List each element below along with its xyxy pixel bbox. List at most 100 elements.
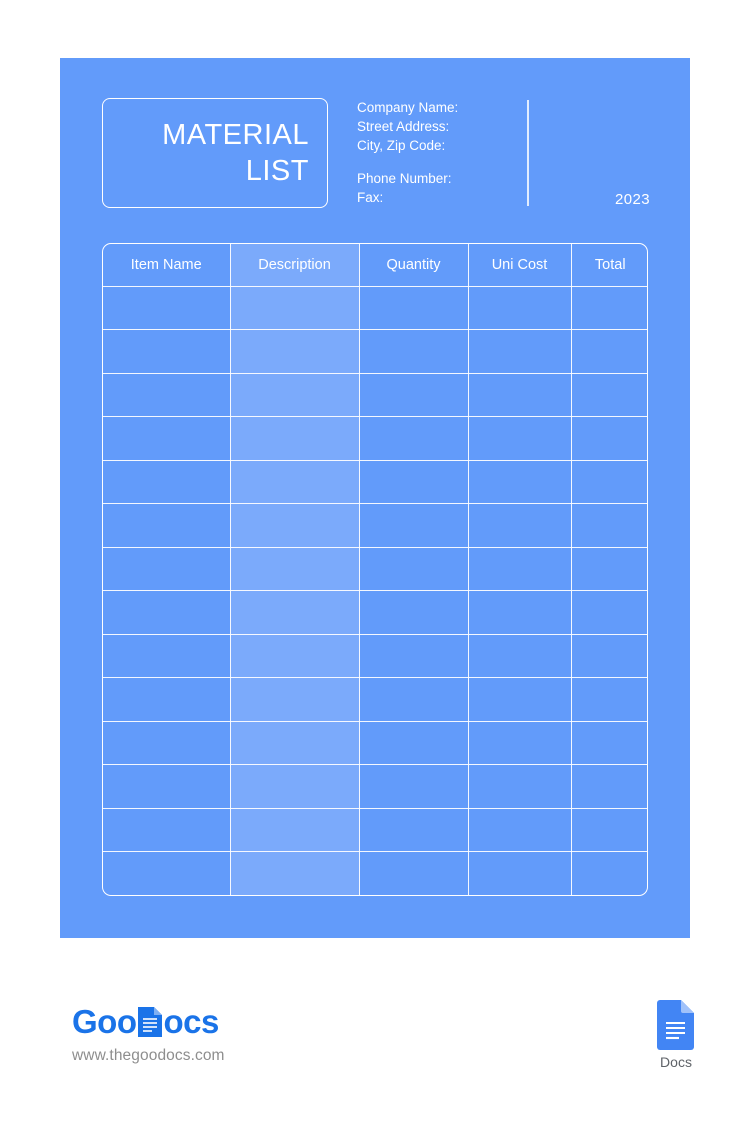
table-cell[interactable] xyxy=(230,590,360,635)
table-cell[interactable] xyxy=(571,547,647,591)
column-header-quantity: Quantity xyxy=(359,244,469,287)
table-cell[interactable] xyxy=(571,416,647,461)
column-header-description: Description xyxy=(230,244,360,287)
document-panel: MATERIAL LIST Company Name: Street Addre… xyxy=(60,58,690,938)
table-cell[interactable] xyxy=(468,590,572,635)
fax-label: Fax: xyxy=(357,190,384,205)
table-cell[interactable] xyxy=(103,460,231,504)
year-label: 2023 xyxy=(615,191,650,208)
column-header-uni-cost: Uni Cost xyxy=(468,244,572,287)
table-cell[interactable] xyxy=(468,721,572,765)
table-cell[interactable] xyxy=(230,721,360,765)
table-cell[interactable] xyxy=(468,503,572,548)
table-cell[interactable] xyxy=(571,852,647,896)
table-cell[interactable] xyxy=(359,721,469,765)
table-cell[interactable] xyxy=(103,416,231,461)
table-cell[interactable] xyxy=(103,721,231,765)
table-cell[interactable] xyxy=(103,329,231,374)
city-zip-label: City, Zip Code: xyxy=(357,138,446,153)
table-cell[interactable] xyxy=(468,851,572,895)
title-box: MATERIAL LIST xyxy=(102,98,328,208)
table-cell[interactable] xyxy=(103,373,231,417)
header-vertical-divider xyxy=(527,100,529,206)
table-cell[interactable] xyxy=(571,503,647,548)
table-cell[interactable] xyxy=(230,547,360,591)
table-cell[interactable] xyxy=(468,460,572,504)
table-cell[interactable] xyxy=(230,329,360,374)
table-cell[interactable] xyxy=(359,503,469,548)
table-cell[interactable] xyxy=(103,764,231,809)
table-cell[interactable] xyxy=(468,808,572,852)
table-cell[interactable] xyxy=(468,634,572,678)
table-cell[interactable] xyxy=(103,677,231,722)
material-table: Item Name Description Quantity Uni Cost … xyxy=(103,244,647,896)
table-cell[interactable] xyxy=(103,590,231,635)
table-cell[interactable] xyxy=(571,590,647,635)
table-row xyxy=(103,286,647,330)
brand-text-ocs: ocs xyxy=(163,1003,219,1040)
company-name-label: Company Name: xyxy=(357,100,459,115)
table-cell[interactable] xyxy=(359,329,469,374)
table-cell[interactable] xyxy=(359,677,469,722)
table-cell[interactable] xyxy=(103,634,231,678)
table-cell[interactable] xyxy=(571,634,647,678)
table-cell[interactable] xyxy=(468,329,572,374)
table-cell[interactable] xyxy=(103,547,231,591)
table-row xyxy=(103,416,647,461)
document-d-icon xyxy=(137,1006,163,1038)
table-cell[interactable] xyxy=(230,851,360,895)
table-cell[interactable] xyxy=(230,503,360,548)
table-cell[interactable] xyxy=(468,547,572,591)
table-cell[interactable] xyxy=(571,286,647,330)
table-cell[interactable] xyxy=(359,416,469,461)
table-cell[interactable] xyxy=(468,764,572,809)
table-cell[interactable] xyxy=(359,764,469,809)
google-docs-label: Docs xyxy=(660,1054,692,1070)
page-root: MATERIAL LIST Company Name: Street Addre… xyxy=(0,0,750,1144)
table-row xyxy=(103,590,647,635)
street-address-label: Street Address: xyxy=(357,119,450,134)
table-cell[interactable] xyxy=(359,634,469,678)
table-cell[interactable] xyxy=(230,460,360,504)
table-cell[interactable] xyxy=(103,503,231,548)
table-row xyxy=(103,808,647,852)
table-cell[interactable] xyxy=(571,677,647,722)
table-cell[interactable] xyxy=(468,677,572,722)
table-cell[interactable] xyxy=(359,808,469,852)
page-footer: Goo ocs www.thegoodocs.com Docs xyxy=(0,985,750,1095)
table-cell[interactable] xyxy=(359,460,469,504)
table-cell[interactable] xyxy=(571,373,647,417)
table-cell[interactable] xyxy=(230,373,360,417)
table-cell[interactable] xyxy=(468,373,572,417)
table-cell[interactable] xyxy=(103,286,231,330)
goodocs-branding: Goo ocs www.thegoodocs.com xyxy=(72,1003,372,1065)
column-header-item-name: Item Name xyxy=(103,244,231,287)
table-cell[interactable] xyxy=(230,286,360,330)
table-cell[interactable] xyxy=(571,764,647,809)
table-cell[interactable] xyxy=(571,460,647,504)
brand-text-goo: Goo xyxy=(72,1003,137,1040)
table-cell[interactable] xyxy=(359,286,469,330)
table-cell[interactable] xyxy=(468,286,572,330)
table-cell[interactable] xyxy=(230,808,360,852)
table-body xyxy=(103,286,647,896)
table-cell[interactable] xyxy=(571,808,647,852)
table-cell[interactable] xyxy=(571,721,647,765)
table-cell[interactable] xyxy=(230,634,360,678)
phone-number-label: Phone Number: xyxy=(357,171,452,186)
table-row xyxy=(103,634,647,678)
table-cell[interactable] xyxy=(230,677,360,722)
table-row xyxy=(103,373,647,417)
table-cell[interactable] xyxy=(103,851,231,895)
table-cell[interactable] xyxy=(359,373,469,417)
table-cell[interactable] xyxy=(103,808,231,852)
table-cell[interactable] xyxy=(468,416,572,461)
table-cell[interactable] xyxy=(359,590,469,635)
table-cell[interactable] xyxy=(359,851,469,895)
table-cell[interactable] xyxy=(230,416,360,461)
table-cell[interactable] xyxy=(230,764,360,809)
goodocs-logo: Goo ocs xyxy=(72,1003,372,1041)
company-info-block: Company Name: Street Address: City, Zip … xyxy=(357,98,532,207)
table-cell[interactable] xyxy=(359,547,469,591)
table-cell[interactable] xyxy=(571,329,647,374)
